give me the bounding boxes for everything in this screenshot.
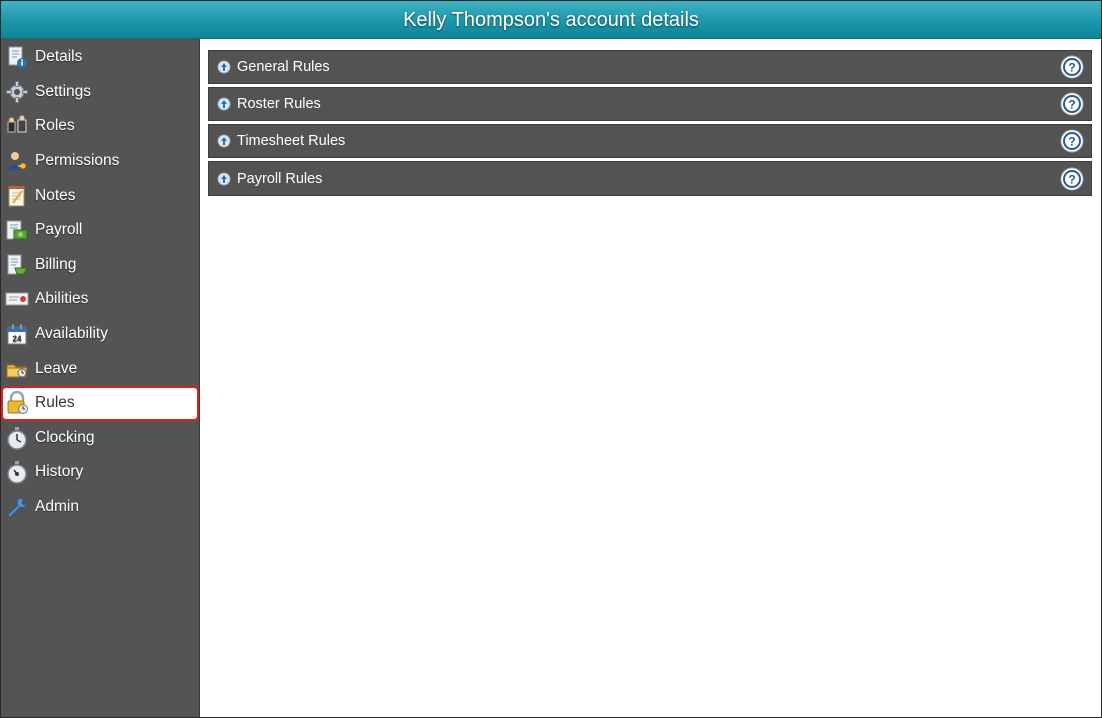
expand-icon[interactable]: [217, 172, 231, 186]
sidebar-item-history[interactable]: History: [1, 455, 199, 490]
user-key-icon: [5, 149, 29, 173]
wrench-icon: [5, 495, 29, 519]
rule-section-label: Timesheet Rules: [237, 133, 346, 149]
sidebar-item-label: Billing: [35, 255, 77, 273]
sidebar-item-label: Notes: [35, 186, 76, 204]
svg-text:?: ?: [1068, 61, 1075, 75]
help-icon[interactable]: ?: [1060, 167, 1084, 191]
expand-icon[interactable]: [217, 97, 231, 111]
account-details-window: Kelly Thompson's account details Details…: [0, 0, 1102, 718]
sidebar-item-label: Settings: [35, 82, 92, 100]
rules-panel: General Rules ? Roster Rules ? Timesheet: [200, 39, 1101, 717]
billing-icon: [5, 253, 29, 277]
sidebar-item-settings[interactable]: Settings: [1, 75, 199, 110]
rule-section-general[interactable]: General Rules ?: [208, 50, 1092, 84]
sidebar-item-label: Roles: [35, 117, 75, 135]
svg-text:24: 24: [13, 335, 22, 344]
calendar-icon: 24: [5, 322, 29, 346]
sidebar-item-permissions[interactable]: Permissions: [1, 144, 199, 179]
padlock-icon: [5, 391, 29, 415]
window-title: Kelly Thompson's account details: [1, 1, 1101, 39]
sidebar-item-label: Payroll: [35, 221, 83, 239]
sidebar-item-label: Abilities: [35, 290, 89, 308]
sidebar-item-admin[interactable]: Admin: [1, 490, 199, 525]
payroll-icon: [5, 218, 29, 242]
rule-section-timesheet[interactable]: Timesheet Rules ?: [208, 124, 1092, 158]
rule-section-roster[interactable]: Roster Rules ?: [208, 87, 1092, 121]
expand-icon[interactable]: [217, 60, 231, 74]
rule-section-label: Roster Rules: [237, 96, 321, 112]
sidebar-nav: Details Settings Roles Permissions Notes…: [1, 39, 199, 524]
notepad-icon: [5, 184, 29, 208]
rule-section-payroll[interactable]: Payroll Rules ?: [208, 161, 1092, 196]
sidebar-item-abilities[interactable]: Abilities: [1, 282, 199, 317]
sidebar-item-details[interactable]: Details: [1, 40, 199, 75]
sidebar-item-notes[interactable]: Notes: [1, 178, 199, 213]
sidebar-item-payroll[interactable]: Payroll: [1, 213, 199, 248]
sidebar-item-billing[interactable]: Billing: [1, 248, 199, 283]
help-icon[interactable]: ?: [1060, 55, 1084, 79]
rule-sections: General Rules ? Roster Rules ? Timesheet: [200, 39, 1101, 196]
folder-clock-icon: [5, 357, 29, 381]
sidebar-item-label: Permissions: [35, 152, 120, 170]
expand-icon[interactable]: [217, 134, 231, 148]
rule-section-label: Payroll Rules: [237, 170, 323, 187]
rule-section-label: General Rules: [237, 59, 330, 75]
help-icon[interactable]: ?: [1060, 129, 1084, 153]
sidebar-item-rules[interactable]: Rules: [1, 385, 199, 421]
svg-text:?: ?: [1068, 135, 1075, 149]
document-info-icon: [5, 45, 29, 69]
sidebar-item-label: Admin: [35, 498, 79, 516]
sidebar-item-label: Availability: [35, 325, 108, 343]
sidebar-item-leave[interactable]: Leave: [1, 351, 199, 386]
sidebar-item-label: History: [35, 463, 84, 481]
history-icon: [5, 460, 29, 485]
sidebar-item-roles[interactable]: Roles: [1, 109, 199, 144]
sidebar-item-label: Details: [35, 48, 83, 66]
sidebar-item-availability[interactable]: 24 Availability: [1, 317, 199, 352]
gear-icon: [5, 80, 29, 104]
sidebar-item-label: Rules: [35, 394, 75, 412]
sidebar: Details Settings Roles Permissions Notes…: [1, 39, 200, 717]
roles-icon: [5, 114, 29, 138]
sidebar-item-clocking[interactable]: Clocking: [1, 421, 199, 456]
svg-text:?: ?: [1068, 98, 1075, 112]
certificate-icon: [5, 287, 29, 311]
sidebar-item-label: Leave: [35, 359, 78, 377]
stopwatch-icon: [5, 426, 29, 450]
sidebar-item-label: Clocking: [35, 428, 95, 446]
svg-text:?: ?: [1068, 172, 1075, 186]
help-icon[interactable]: ?: [1060, 92, 1084, 116]
